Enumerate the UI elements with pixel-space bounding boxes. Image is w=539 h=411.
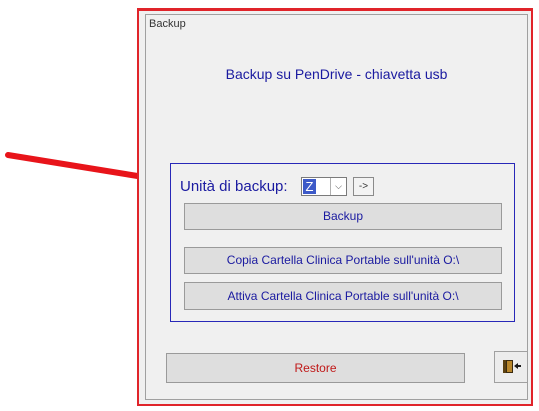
backup-options-group: Unità di backup: Z ⌵ -> Backup Copia Car… xyxy=(170,163,515,322)
title-bar: Backup xyxy=(146,15,527,33)
activate-portable-button[interactable]: Attiva Cartella Clinica Portable sull'un… xyxy=(184,282,502,310)
page-title: Backup su PenDrive - chiavetta usb xyxy=(225,66,448,82)
backup-window: Backup Backup su PenDrive - chiavetta us… xyxy=(137,8,533,406)
copy-portable-button[interactable]: Copia Cartella Clinica Portable sull'uni… xyxy=(184,247,502,274)
window-content: Backup Backup su PenDrive - chiavetta us… xyxy=(145,14,528,400)
window-title: Backup xyxy=(149,18,186,30)
backup-button[interactable]: Backup xyxy=(184,203,502,230)
exit-door-icon xyxy=(503,360,521,373)
exit-button[interactable] xyxy=(494,351,528,383)
restore-button[interactable]: Restore xyxy=(166,353,465,383)
